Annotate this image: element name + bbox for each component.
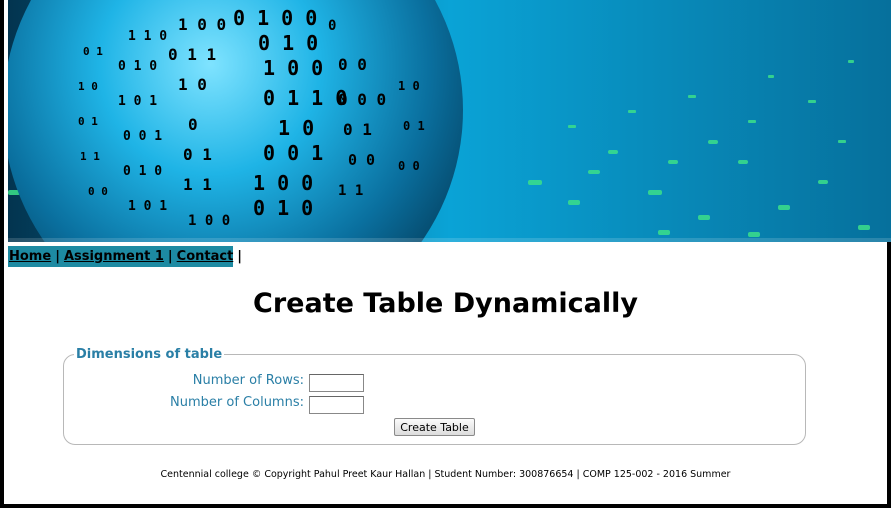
page-title: Create Table Dynamically bbox=[253, 288, 638, 319]
columns-input[interactable] bbox=[309, 396, 364, 414]
nav-link-assignment-1[interactable]: Assignment 1 bbox=[64, 249, 164, 264]
svg-text:1 0 0: 1 0 0 bbox=[253, 171, 313, 195]
svg-text:1 0 0: 1 0 0 bbox=[178, 15, 226, 34]
svg-text:0: 0 bbox=[188, 115, 198, 134]
top-nav: Home | Assignment 1 | Contact | bbox=[8, 246, 242, 267]
svg-text:0 1 1 0: 0 1 1 0 bbox=[263, 86, 347, 110]
svg-text:1 0 0: 1 0 0 bbox=[188, 213, 230, 229]
svg-text:1 1 0: 1 1 0 bbox=[128, 29, 167, 44]
svg-text:0 1 0: 0 1 0 bbox=[253, 196, 313, 220]
svg-text:1 0: 1 0 bbox=[78, 80, 98, 93]
svg-text:0 1: 0 1 bbox=[78, 115, 98, 128]
svg-text:1 1: 1 1 bbox=[183, 175, 212, 194]
nav-separator: | bbox=[55, 249, 60, 264]
nav-link-contact[interactable]: Contact bbox=[177, 249, 234, 264]
svg-text:0 1 1: 0 1 1 bbox=[168, 45, 216, 64]
svg-text:0 1: 0 1 bbox=[83, 45, 103, 58]
svg-text:0 1 0: 0 1 0 bbox=[123, 164, 162, 179]
svg-text:0 0: 0 0 bbox=[88, 185, 108, 198]
svg-text:1 0: 1 0 bbox=[398, 79, 420, 93]
svg-text:0 1: 0 1 bbox=[183, 145, 212, 164]
svg-text:0 0 0: 0 0 0 bbox=[338, 90, 386, 109]
svg-text:0 0: 0 0 bbox=[398, 159, 420, 173]
nav-separator: | bbox=[167, 249, 173, 264]
svg-text:0 0 1: 0 0 1 bbox=[263, 141, 323, 165]
svg-text:0: 0 bbox=[328, 18, 336, 34]
footer-copyright: Centennial college © Copyright Pahul Pre… bbox=[160, 469, 731, 480]
nav-separator: | bbox=[237, 249, 243, 264]
page-frame: 0 1 0 0 0 1 0 1 0 0 0 1 1 0 1 0 0 0 1 1 … bbox=[0, 0, 891, 508]
svg-text:1 0: 1 0 bbox=[178, 75, 207, 94]
svg-text:0 0 1: 0 0 1 bbox=[123, 129, 162, 144]
svg-text:1 1: 1 1 bbox=[80, 150, 100, 163]
nav-link-home[interactable]: Home bbox=[9, 249, 51, 264]
svg-text:1 1: 1 1 bbox=[338, 183, 363, 199]
svg-text:0 0: 0 0 bbox=[348, 151, 375, 169]
svg-text:1 0: 1 0 bbox=[278, 116, 314, 140]
svg-text:1 0 0: 1 0 0 bbox=[263, 56, 323, 80]
svg-text:0 1 0: 0 1 0 bbox=[118, 59, 157, 74]
svg-text:0 0: 0 0 bbox=[338, 55, 367, 74]
header-banner-image: 0 1 0 0 0 1 0 1 0 0 0 1 1 0 1 0 0 0 1 1 … bbox=[8, 0, 891, 242]
svg-text:0 1: 0 1 bbox=[403, 119, 425, 133]
rows-input[interactable] bbox=[309, 374, 364, 392]
binary-globe-graphic: 0 1 0 0 0 1 0 1 0 0 0 1 1 0 1 0 0 0 1 1 … bbox=[8, 0, 891, 242]
create-table-button[interactable]: Create Table bbox=[394, 418, 475, 436]
dimensions-legend: Dimensions of table bbox=[76, 347, 223, 362]
svg-text:1 0 1: 1 0 1 bbox=[118, 94, 157, 109]
svg-text:0 1 0: 0 1 0 bbox=[258, 31, 318, 55]
rows-label: Number of Rows: bbox=[192, 373, 304, 388]
svg-text:0 1: 0 1 bbox=[343, 120, 372, 139]
columns-label: Number of Columns: bbox=[170, 395, 304, 410]
svg-text:1 0 1: 1 0 1 bbox=[128, 199, 167, 214]
svg-text:0 1 0 0: 0 1 0 0 bbox=[233, 6, 317, 30]
